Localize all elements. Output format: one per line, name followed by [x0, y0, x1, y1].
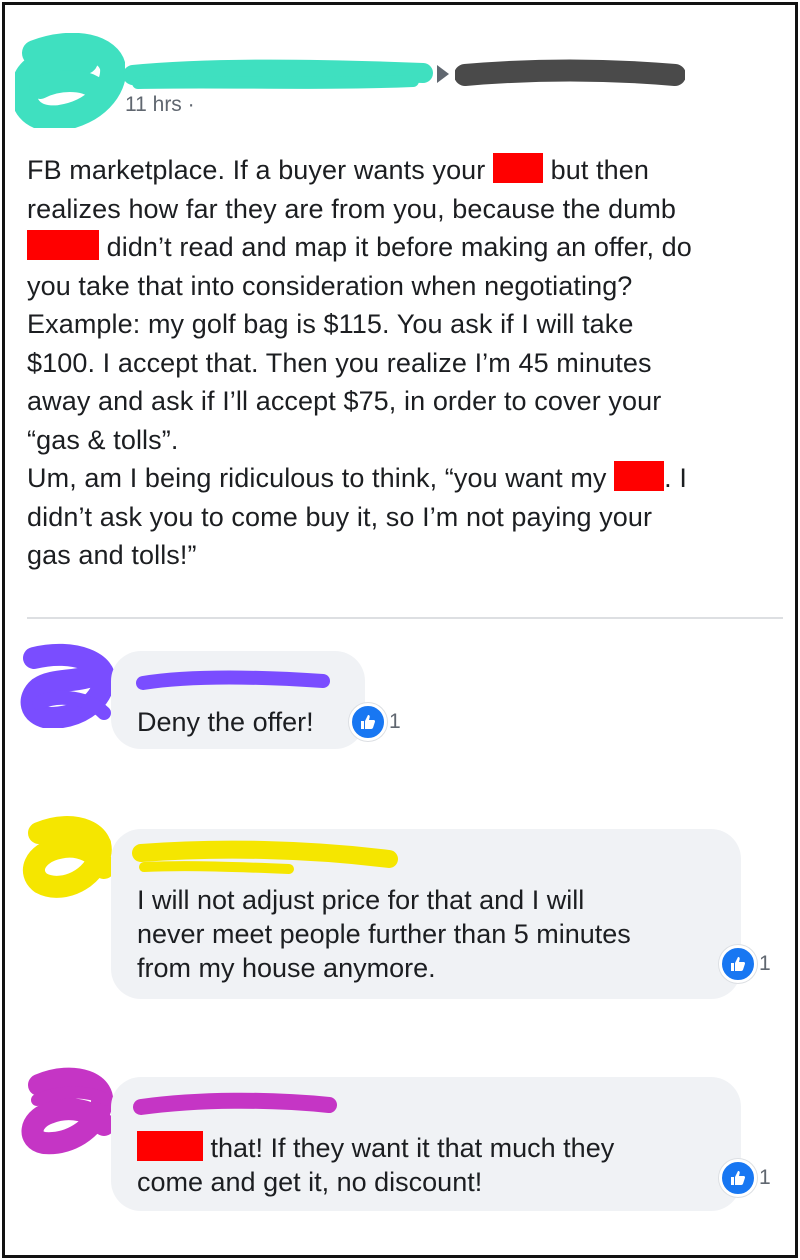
- like-count: 1: [759, 1166, 771, 1189]
- commenter-avatar[interactable]: [19, 813, 119, 903]
- commenter-name[interactable]: [129, 839, 399, 879]
- like-icon: [349, 703, 387, 741]
- like-count: 1: [389, 710, 401, 733]
- redaction-box: [27, 230, 99, 260]
- post-text-part-1: FB marketplace. If a buyer wants your: [27, 155, 493, 185]
- redaction-box: [493, 153, 543, 183]
- post-header: 11 hrs ·: [5, 5, 795, 135]
- post-timestamp[interactable]: 11 hrs ·: [125, 93, 195, 117]
- screenshot-frame: 11 hrs · FB marketplace. If a buyer want…: [2, 2, 798, 1258]
- commenter-avatar[interactable]: [19, 1065, 119, 1160]
- like-icon: [719, 1159, 757, 1197]
- comment-reaction[interactable]: 1: [349, 703, 401, 741]
- commenter-avatar[interactable]: [19, 643, 119, 728]
- commenter-name[interactable]: [129, 1089, 339, 1125]
- comment-reaction[interactable]: 1: [719, 1159, 771, 1197]
- post-divider: [27, 617, 783, 619]
- author-avatar[interactable]: [15, 33, 125, 128]
- comment-bubble: [111, 651, 365, 749]
- like-icon: [719, 945, 757, 983]
- post-text-part-3: didn’t read and map it before making an …: [27, 232, 692, 493]
- commenter-name[interactable]: [133, 667, 333, 697]
- comment-reaction[interactable]: 1: [719, 945, 771, 983]
- like-count: 1: [759, 952, 771, 975]
- group-name[interactable]: [455, 55, 685, 95]
- post-body: FB marketplace. If a buyer wants your bu…: [27, 151, 787, 575]
- redaction-box: [614, 461, 665, 491]
- share-arrow-icon: [437, 65, 449, 83]
- author-name[interactable]: [123, 55, 433, 95]
